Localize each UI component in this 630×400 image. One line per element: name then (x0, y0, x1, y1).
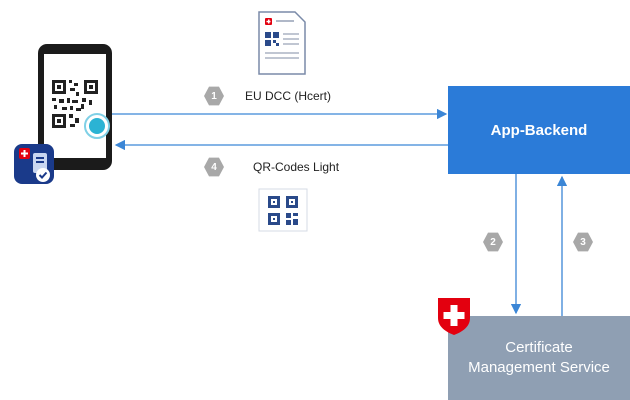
certificate-document-icon (258, 11, 306, 75)
qr-code-light-icon (258, 188, 308, 232)
swiss-shield-icon (438, 298, 470, 335)
certificate-management-service-node: Certificate Management Service (448, 316, 630, 400)
covid-cert-app-icon (14, 144, 54, 184)
flow-label-eu-dcc: EU DCC (Hcert) (245, 89, 331, 103)
cms-label-line1: Certificate (505, 339, 573, 356)
flow-label-qr-light: QR-Codes Light (253, 160, 340, 174)
app-backend-label: App-Backend (490, 121, 588, 139)
app-backend-node: App-Backend (448, 86, 630, 174)
cms-label-line2: Management Service (468, 359, 610, 376)
